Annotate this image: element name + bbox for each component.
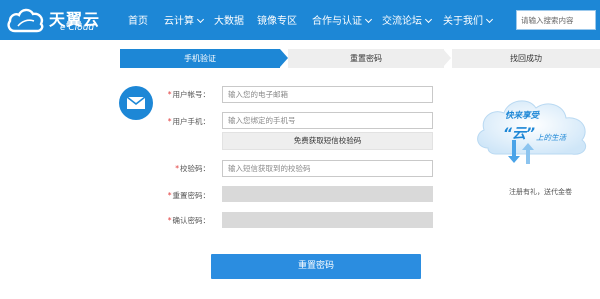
chevron-down-icon [196, 15, 205, 24]
new-password-field-wrapper [222, 186, 433, 202]
chevron-down-icon [424, 15, 433, 24]
nav-item-big-data[interactable]: 大数据 [214, 12, 244, 27]
required-mark: * [175, 164, 179, 173]
required-mark: * [167, 216, 172, 225]
confirm-password-input[interactable] [223, 213, 432, 227]
phone-label-text: 用户手机： [172, 117, 211, 126]
cloud-illustration-icon [477, 100, 587, 164]
account-email-input[interactable] [223, 87, 432, 102]
chevron-down-icon [485, 15, 494, 24]
nav-item-label: 镜像专区 [257, 16, 297, 27]
get-sms-code-button[interactable]: 免费获取短信校验码 [222, 132, 433, 150]
new-password-input[interactable] [223, 187, 432, 201]
nav-item-about-us[interactable]: 关于我们 [443, 12, 494, 27]
promo-headline: 快来享受 [505, 111, 540, 121]
nav-item-cloud-computing[interactable]: 云计算 [164, 12, 205, 27]
nav-item-label: 交流论坛 [382, 16, 422, 27]
promo-subline: 上的生活 [536, 133, 566, 142]
required-mark: * [167, 90, 172, 99]
step-recovery-success: 找回成功 [452, 49, 600, 68]
phone-input[interactable] [223, 113, 432, 128]
required-mark: * [167, 117, 172, 126]
step-phone-verification: 手机验证 [120, 49, 280, 68]
nav-item-home[interactable]: 首页 [128, 12, 148, 27]
nav-item-label: 大数据 [214, 16, 244, 27]
new-password-label: *重置密码： [150, 190, 210, 201]
phone-label: *用户手机： [150, 116, 210, 127]
new-password-label-text: 重置密码： [172, 191, 211, 200]
step-reset-password: 重置密码 [288, 49, 444, 68]
nav-item-label: 云计算 [164, 16, 194, 27]
nav-item-label: 合作与认证 [312, 16, 362, 27]
nav-item-label: 关于我们 [443, 16, 483, 27]
search-box [516, 10, 596, 30]
top-nav-bar: 天翼云 e Cloud 首页 云计算 大数据 镜像专区 合作与认证 交流论坛 关… [0, 0, 600, 40]
nav-item-partnership[interactable]: 合作与认证 [312, 12, 373, 27]
logo-name-en: e Cloud [60, 23, 95, 33]
cloud-logo-icon [7, 8, 44, 33]
code-label: *校验码： [150, 163, 210, 174]
phone-field-wrapper [222, 112, 433, 129]
nav-item-label: 首页 [128, 16, 148, 27]
chevron-down-icon [364, 15, 373, 24]
promo-caption: 注册有礼，送代金卷 [509, 188, 572, 196]
verification-code-input[interactable] [223, 161, 432, 176]
progress-steps: 手机验证 重置密码 找回成功 [120, 49, 600, 68]
step-arrow [280, 49, 288, 67]
reset-password-button[interactable]: 重置密码 [211, 254, 421, 279]
confirm-password-label: *确认密码： [150, 215, 210, 226]
confirm-password-label-text: 确认密码： [172, 216, 211, 225]
nav-item-forum[interactable]: 交流论坛 [382, 12, 433, 27]
required-mark: * [167, 191, 172, 200]
envelope-icon [119, 86, 153, 120]
account-field-wrapper [222, 86, 433, 103]
nav-item-image-zone[interactable]: 镜像专区 [257, 12, 297, 27]
account-label: *用户帐号： [150, 89, 210, 100]
promo-banner[interactable]: 快来享受 “云” 上的生活 [472, 86, 600, 176]
code-label-text: 校验码： [180, 164, 210, 173]
search-input[interactable] [517, 11, 595, 29]
logo[interactable]: 天翼云 e Cloud [0, 3, 100, 37]
promo-cloud-word: “云” [503, 126, 536, 142]
step-arrow [443, 49, 451, 67]
confirm-password-field-wrapper [222, 212, 433, 228]
account-label-text: 用户帐号： [172, 90, 211, 99]
code-field-wrapper [222, 160, 433, 177]
